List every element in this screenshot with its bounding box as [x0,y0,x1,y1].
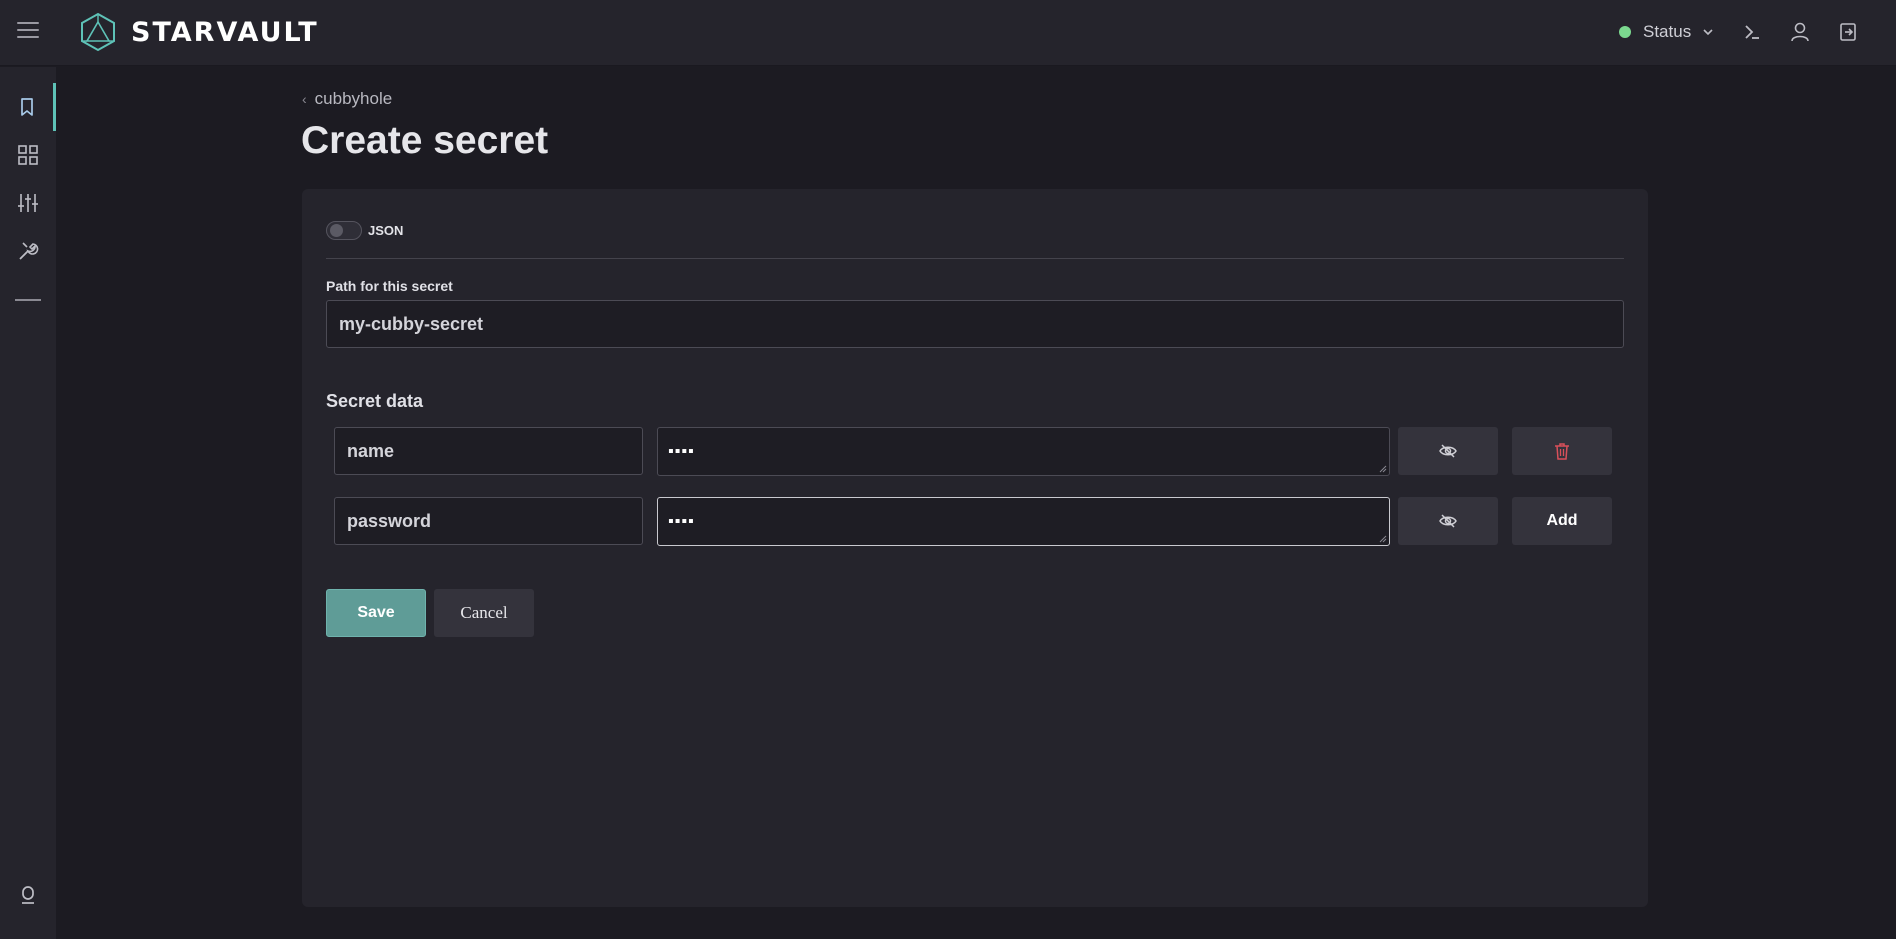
sidebar-item-secrets[interactable] [0,83,56,131]
secret-key-input[interactable]: password [334,497,643,545]
brand-name: STARVAULT [131,16,319,48]
create-secret-card: JSON Path for this secret my-cubby-secre… [302,189,1648,907]
add-row-button[interactable]: Add [1512,497,1612,545]
resize-handle-icon[interactable] [1379,535,1387,543]
secret-value-input[interactable]: ▪▪▪▪ [657,427,1390,476]
status-label: Status [1643,22,1692,41]
secret-value-input[interactable]: ▪▪▪▪ [657,497,1390,546]
info-icon [22,886,34,904]
json-toggle-label: JSON [368,223,404,238]
sidebar-divider [15,299,41,301]
eye-off-icon [1439,514,1457,528]
path-input[interactable]: my-cubby-secret [326,300,1624,348]
breadcrumb[interactable]: ‹ cubbyhole [302,89,392,109]
resize-handle-icon[interactable] [1379,465,1387,473]
divider [326,258,1624,259]
terminal-icon[interactable] [1740,20,1764,44]
page-title: Create secret [301,119,549,162]
path-label: Path for this secret [326,278,453,294]
cancel-button[interactable]: Cancel [434,589,534,637]
sidebar [0,67,56,939]
sidebar-item-dashboard[interactable] [0,131,56,179]
secret-value-masked: ▪▪▪▪ [668,512,695,530]
main-content: ‹ cubbyhole Create secret JSON Path for … [56,67,1896,939]
eye-off-icon [1439,444,1457,458]
json-toggle-row: JSON [326,221,403,240]
status-indicator [1619,26,1631,38]
delete-row-button[interactable] [1512,427,1612,475]
tools-icon [19,242,39,260]
user-icon[interactable] [1788,20,1812,44]
toggle-visibility-button[interactable] [1398,497,1498,545]
logo[interactable]: STARVAULT [79,12,319,52]
chevron-left-icon: ‹ [302,91,307,107]
sidebar-item-settings[interactable] [0,179,56,227]
logout-icon[interactable] [1836,20,1860,44]
secret-key-input[interactable]: name [334,427,643,475]
sidebar-item-tools[interactable] [0,227,56,275]
breadcrumb-label: cubbyhole [314,89,393,108]
json-toggle[interactable] [326,221,362,240]
secret-value-masked: ▪▪▪▪ [668,442,695,460]
status-dropdown[interactable]: Status [1619,22,1715,42]
menu-icon[interactable] [17,22,39,42]
secret-data-label: Secret data [326,391,424,411]
logo-icon [81,12,115,52]
sidebar-item-info[interactable] [0,871,56,919]
chevron-down-icon [1703,29,1713,36]
grid-icon [18,145,38,165]
top-bar: STARVAULT Status [0,0,1896,66]
save-button[interactable]: Save [326,589,426,637]
trash-icon [1555,443,1569,460]
bookmark-icon [20,98,33,116]
sliders-icon [18,194,38,212]
toggle-visibility-button[interactable] [1398,427,1498,475]
toggle-knob [330,224,343,237]
